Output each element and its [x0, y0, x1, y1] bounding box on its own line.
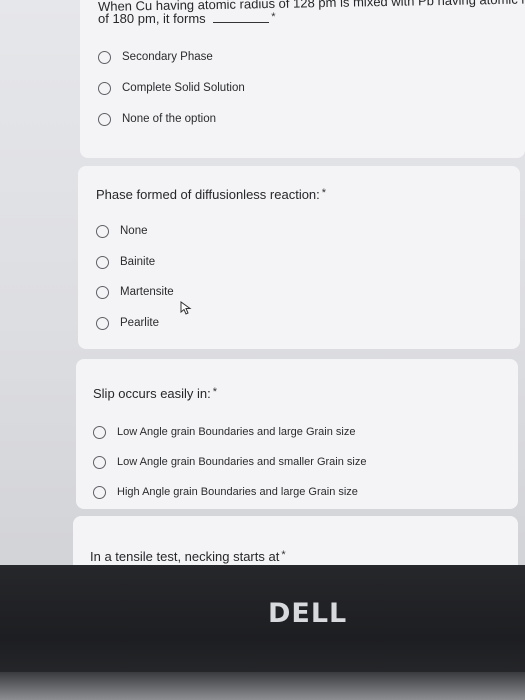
desk-surface: [0, 672, 525, 700]
question-card-3: Slip occurs easily in: * Low Angle grain …: [76, 359, 518, 509]
option-none[interactable]: None: [96, 222, 148, 240]
option-high-angle-large-grain[interactable]: High Angle grain Boundaries and large Gr…: [93, 483, 358, 501]
option-label: High Angle grain Boundaries and large Gr…: [117, 486, 358, 498]
option-none-of-the-option[interactable]: None of the option: [98, 110, 216, 128]
radio-button-icon[interactable]: [98, 81, 111, 95]
option-bainite[interactable]: Bainite: [96, 253, 155, 271]
radio-button-icon[interactable]: [98, 112, 111, 126]
question-1-text: of 180 pm, it forms: [98, 11, 206, 26]
required-asterisk: *: [271, 11, 276, 23]
question-2-text: Phase formed of diffusionless reaction:: [96, 187, 320, 202]
option-label: Secondary Phase: [122, 51, 213, 63]
radio-button-icon[interactable]: [98, 50, 111, 64]
question-card-1: When Cu having atomic radius of 128 pm i…: [80, 0, 525, 158]
radio-button-icon[interactable]: [96, 255, 109, 269]
option-label: Low Angle grain Boundaries and large Gra…: [117, 426, 356, 438]
screen: When Cu having atomic radius of 128 pm i…: [0, 0, 525, 570]
required-asterisk: *: [212, 386, 218, 398]
option-low-angle-large-grain[interactable]: Low Angle grain Boundaries and large Gra…: [93, 423, 355, 441]
question-3-title: Slip occurs easily in: *: [93, 385, 217, 404]
radio-button-icon[interactable]: [93, 455, 106, 469]
radio-button-icon[interactable]: [96, 224, 109, 238]
answer-blank: [213, 12, 270, 23]
radio-button-icon[interactable]: [96, 285, 109, 299]
option-label: Low Angle grain Boundaries and smaller G…: [117, 456, 367, 468]
required-asterisk: *: [321, 187, 327, 199]
question-card-2: Phase formed of diffusionless reaction: *…: [78, 166, 520, 349]
option-label: None of the option: [122, 113, 216, 125]
option-label: Pearlite: [120, 317, 159, 329]
question-3-text: Slip occurs easily in:: [93, 386, 211, 401]
radio-button-icon[interactable]: [93, 425, 106, 439]
option-pearlite[interactable]: Pearlite: [96, 314, 159, 332]
option-secondary-phase[interactable]: Secondary Phase: [98, 48, 213, 66]
option-low-angle-smaller-grain[interactable]: Low Angle grain Boundaries and smaller G…: [93, 453, 366, 471]
required-asterisk: *: [281, 549, 286, 561]
dell-logo: DELL: [268, 598, 348, 629]
question-2-title: Phase formed of diffusionless reaction: *: [96, 186, 326, 205]
option-label: Bainite: [120, 256, 156, 268]
option-complete-solid-solution[interactable]: Complete Solid Solution: [98, 79, 245, 97]
question-card-4: In a tensile test, necking starts at *: [73, 516, 518, 570]
option-martensite[interactable]: Martensite: [96, 283, 174, 301]
option-label: Martensite: [120, 286, 174, 298]
option-label: Complete Solid Solution: [122, 82, 245, 94]
radio-button-icon[interactable]: [93, 485, 106, 499]
option-label: None: [120, 225, 148, 237]
question-4-text: In a tensile test, necking starts at: [90, 549, 280, 564]
radio-button-icon[interactable]: [96, 316, 109, 330]
mouse-pointer-icon: [180, 301, 192, 315]
question-1-line-2: of 180 pm, it forms *: [98, 10, 276, 29]
